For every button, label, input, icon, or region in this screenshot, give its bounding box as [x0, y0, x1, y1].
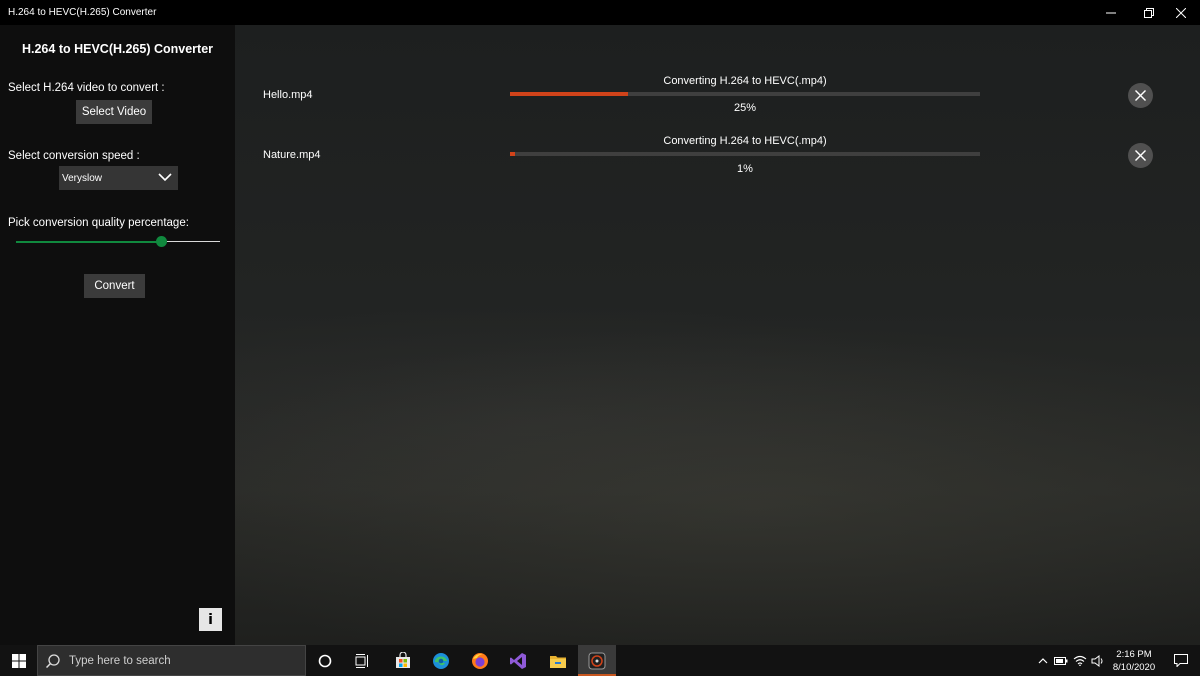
- taskbar-clock[interactable]: 2:16 PM 8/10/2020: [1106, 648, 1162, 674]
- converter-app-icon: [588, 652, 606, 669]
- info-button[interactable]: i: [199, 608, 222, 631]
- volume-icon: [1091, 654, 1103, 667]
- job-progress-fill: [510, 92, 628, 96]
- title-bar: H.264 to HEVC(H.265) Converter: [0, 0, 1200, 25]
- clock-time: 2:16 PM: [1116, 649, 1152, 660]
- select-video-label: Select H.264 video to convert :: [8, 82, 165, 94]
- speed-label: Select conversion speed :: [8, 150, 140, 162]
- job-percent: 25%: [733, 102, 757, 114]
- visual-studio-button[interactable]: [499, 645, 537, 676]
- select-video-button[interactable]: Select Video: [76, 100, 152, 124]
- show-hidden-icons-button[interactable]: [1034, 645, 1052, 676]
- windows-logo-icon: [11, 653, 26, 668]
- app-heading: H.264 to HEVC(H.265) Converter: [21, 42, 214, 56]
- volume-control[interactable]: [1089, 645, 1107, 676]
- firefox-icon: [472, 652, 488, 669]
- search-icon: [46, 654, 60, 668]
- wifi-icon: [1073, 655, 1087, 666]
- job-progress-fill: [510, 152, 515, 156]
- cortana-icon: [318, 654, 332, 667]
- task-view-button[interactable]: [344, 645, 382, 676]
- restore-icon: [1144, 7, 1154, 18]
- start-button[interactable]: [0, 645, 37, 676]
- slider-track-remaining: [161, 241, 220, 242]
- battery-status[interactable]: [1052, 645, 1070, 676]
- store-icon: [396, 651, 410, 668]
- battery-icon: [1054, 656, 1068, 665]
- edge-icon: [433, 652, 449, 669]
- taskbar-search-box[interactable]: Type here to search: [37, 645, 306, 676]
- clock-date: 8/10/2020: [1112, 662, 1156, 673]
- taskbar: Type here to search 2:16 PM 8/10/2020: [0, 645, 1200, 676]
- job-progress-bar: [510, 152, 980, 156]
- minimize-button[interactable]: [1092, 0, 1130, 25]
- job-status: Converting H.264 to HEVC(.mp4): [663, 75, 827, 87]
- job-percent: 1%: [737, 163, 753, 175]
- file-explorer-button[interactable]: [539, 645, 577, 676]
- converter-app-button[interactable]: [578, 645, 616, 676]
- close-icon: [1135, 90, 1146, 101]
- chevron-down-icon: [158, 173, 172, 182]
- cancel-job-button[interactable]: [1128, 83, 1153, 108]
- cancel-job-button[interactable]: [1128, 143, 1153, 168]
- visual-studio-icon: [510, 652, 526, 669]
- file-explorer-icon: [550, 655, 566, 668]
- quality-label: Pick conversion quality percentage:: [8, 217, 189, 229]
- close-button[interactable]: [1162, 0, 1200, 25]
- convert-button[interactable]: Convert: [84, 274, 145, 298]
- job-filename: Nature.mp4: [263, 149, 321, 161]
- task-view-icon: [355, 653, 368, 668]
- minimize-icon: [1106, 12, 1116, 13]
- notification-icon: [1174, 654, 1188, 667]
- search-placeholder: Type here to search: [69, 655, 171, 667]
- network-status[interactable]: [1071, 645, 1089, 676]
- window-title: H.264 to HEVC(H.265) Converter: [8, 7, 157, 18]
- job-status: Converting H.264 to HEVC(.mp4): [663, 135, 827, 147]
- slider-thumb[interactable]: [156, 236, 167, 247]
- firefox-button[interactable]: [461, 645, 499, 676]
- conversion-queue: Hello.mp4 Converting H.264 to HEVC(.mp4)…: [235, 25, 1200, 645]
- job-progress-bar: [510, 92, 980, 96]
- action-center-button[interactable]: [1166, 645, 1196, 676]
- slider-track-filled: [16, 241, 161, 243]
- speed-dropdown[interactable]: Veryslow: [59, 166, 178, 190]
- close-icon: [1176, 7, 1186, 18]
- edge-button[interactable]: [422, 645, 460, 676]
- close-icon: [1135, 150, 1146, 161]
- cortana-button[interactable]: [306, 645, 344, 676]
- sidebar: H.264 to HEVC(H.265) Converter Select H.…: [0, 25, 235, 645]
- speed-selected-value: Veryslow: [62, 173, 103, 184]
- job-filename: Hello.mp4: [263, 89, 313, 101]
- quality-slider[interactable]: [16, 234, 220, 250]
- job-row: Nature.mp4 Converting H.264 to HEVC(.mp4…: [235, 133, 1200, 185]
- chevron-up-icon: [1038, 658, 1048, 664]
- job-row: Hello.mp4 Converting H.264 to HEVC(.mp4)…: [235, 73, 1200, 125]
- microsoft-store-button[interactable]: [384, 645, 422, 676]
